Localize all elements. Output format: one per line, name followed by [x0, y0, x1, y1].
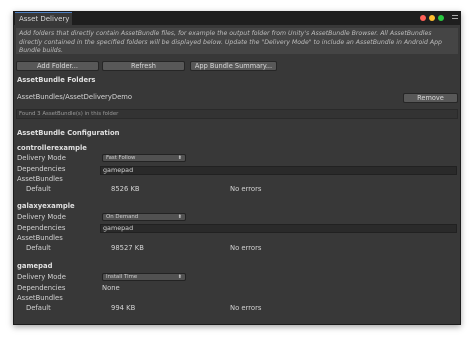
bundle-errors: No errors — [230, 304, 262, 312]
asset-delivery-window: Asset Delivery Add folders that directly… — [13, 11, 461, 325]
delivery-mode-label: Delivery Mode — [17, 154, 66, 162]
window-tab[interactable]: Asset Delivery — [15, 12, 72, 25]
dropdown-value: Install Time — [106, 274, 138, 280]
delivery-mode-label: Delivery Mode — [17, 273, 66, 281]
bundle-errors: No errors — [230, 185, 262, 193]
assetbundles-label: AssetBundles — [17, 234, 63, 242]
chevron-down-icon: ⬍ — [177, 214, 182, 220]
bundle-size: 8526 KB — [111, 185, 140, 193]
chevron-down-icon: ⬍ — [177, 274, 182, 280]
bundle-size: 994 KB — [111, 304, 136, 312]
maximize-button[interactable] — [438, 15, 444, 21]
bundle-name: controllerexample — [17, 144, 87, 152]
folder-path: AssetBundles/AssetDeliveryDemo — [17, 93, 133, 101]
assetbundles-label: AssetBundles — [17, 175, 63, 183]
title-bar: Asset Delivery — [14, 12, 460, 25]
bundle-name: gamepad — [17, 262, 53, 270]
default-label: Default — [26, 244, 51, 252]
assetbundles-label: AssetBundles — [17, 294, 63, 302]
dependencies-label: Dependencies — [17, 284, 66, 292]
bundle-size: 98527 KB — [111, 244, 144, 252]
folders-heading: AssetBundle Folders — [17, 76, 96, 84]
delivery-mode-dropdown[interactable]: Fast Follow ⬍ — [102, 154, 186, 162]
refresh-button[interactable]: Refresh — [102, 61, 185, 71]
default-label: Default — [26, 304, 51, 312]
info-text: Add folders that directly contain AssetB… — [16, 28, 458, 54]
bundle-errors: No errors — [230, 244, 262, 252]
delivery-mode-dropdown[interactable]: Install Time ⬍ — [102, 273, 186, 281]
delivery-mode-dropdown[interactable]: On Demand ⬍ — [102, 213, 186, 221]
add-folder-button[interactable]: Add Folder... — [16, 61, 99, 71]
chevron-down-icon: ⬍ — [177, 155, 182, 161]
dependencies-label: Dependencies — [17, 224, 66, 232]
menu-icon[interactable] — [452, 15, 458, 22]
close-button[interactable] — [420, 15, 426, 21]
folder-status: Found 3 AssetBundle(s) in this folder — [16, 109, 458, 119]
dependencies-field[interactable]: gamepad — [100, 166, 457, 175]
default-label: Default — [26, 185, 51, 193]
dependencies-label: Dependencies — [17, 165, 66, 173]
bundle-name: galaxyexample — [17, 202, 75, 210]
minimize-button[interactable] — [429, 15, 435, 21]
dependencies-field[interactable]: gamepad — [100, 224, 457, 233]
dependencies-value: None — [102, 284, 120, 292]
remove-folder-button[interactable]: Remove — [403, 93, 458, 103]
config-heading: AssetBundle Configuration — [17, 129, 120, 137]
dropdown-value: Fast Follow — [106, 155, 136, 161]
dropdown-value: On Demand — [106, 214, 139, 220]
app-bundle-summary-button[interactable]: App Bundle Summary... — [190, 61, 277, 71]
delivery-mode-label: Delivery Mode — [17, 213, 66, 221]
